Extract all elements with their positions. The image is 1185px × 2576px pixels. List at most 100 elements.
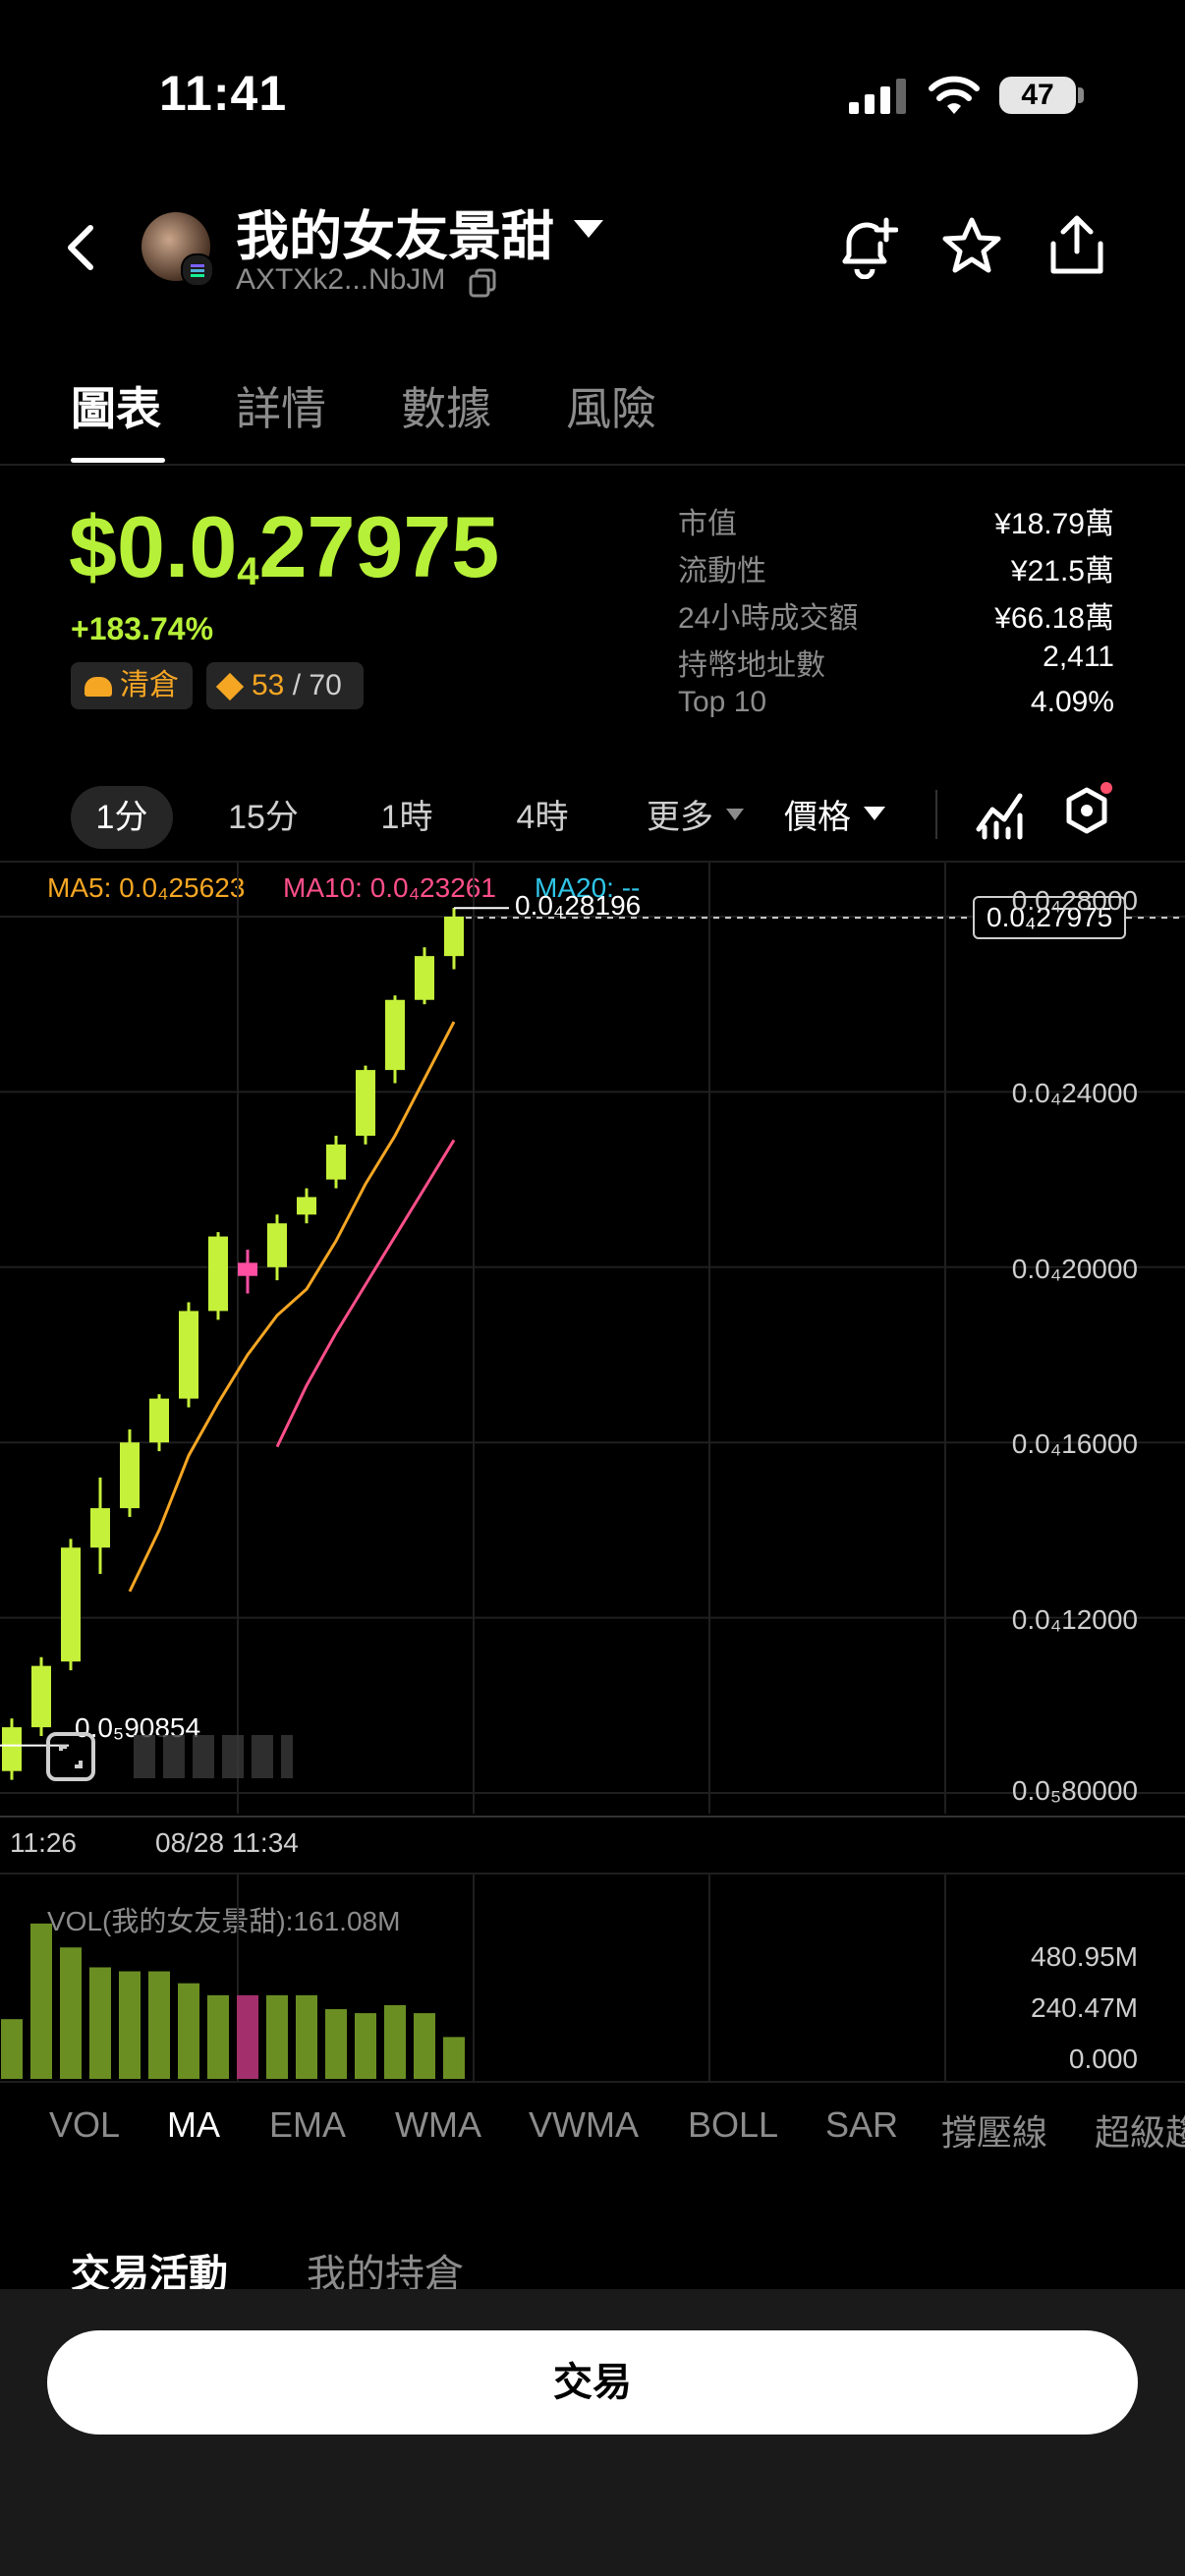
stat-value-liquidity: ¥21.5萬 — [1010, 555, 1114, 588]
token-address: AXTXk2...NbJM — [236, 263, 446, 296]
candle-body — [149, 1398, 169, 1443]
candle-body — [326, 1144, 346, 1180]
ma5-line — [128, 1021, 456, 1593]
volume-bar — [1, 2019, 23, 2079]
score-gear-icon — [215, 672, 245, 701]
wifi-icon — [928, 75, 981, 116]
y-axis-tick-label: 0.0₄16000 — [1011, 1428, 1138, 1460]
candle-body — [208, 1236, 228, 1312]
price-toggle-dropdown-icon[interactable] — [863, 806, 886, 821]
volume-bottom-divider — [0, 2081, 1185, 2083]
title-dropdown-icon[interactable] — [572, 218, 605, 240]
y-axis-tick-label: 0.0₄20000 — [1011, 1253, 1138, 1284]
indicator-ma[interactable]: MA — [167, 2104, 220, 2146]
candle-body — [179, 1311, 198, 1399]
copy-icon[interactable] — [468, 267, 497, 299]
high-price-label: 0.0₄28196 — [515, 890, 642, 922]
volume-tick-max: 480.95M — [1031, 1941, 1138, 1972]
indicator-supertrend[interactable]: 超級趨 — [1095, 2104, 1185, 2156]
tab-chart[interactable]: 圖表 — [71, 373, 161, 438]
y-axis-tick-label: 0.0₅80000 — [1011, 1775, 1138, 1806]
candle-body — [61, 1547, 81, 1662]
y-axis-tick-label: 0.0₄12000 — [1011, 1603, 1138, 1635]
indicator-vwma[interactable]: VWMA — [529, 2104, 639, 2146]
volume-bar — [178, 1983, 199, 2079]
candle-body — [120, 1442, 140, 1509]
volume-bar — [384, 2004, 406, 2079]
volume-bar — [30, 1923, 52, 2079]
timeframe-15m[interactable]: 15分 — [212, 786, 314, 849]
more-dropdown-icon[interactable] — [725, 808, 745, 821]
stat-value-24h-volume: ¥66.18萬 — [994, 602, 1114, 635]
token-title[interactable]: 我的女友景甜 — [236, 193, 554, 270]
candlestick-chart[interactable] — [0, 863, 1185, 1814]
stat-value-top10: 4.09% — [1030, 686, 1114, 718]
volume-bar — [119, 1971, 141, 2079]
candle-body — [238, 1262, 257, 1276]
timeframe-1h[interactable]: 1時 — [360, 786, 454, 849]
timeframe-more[interactable]: 更多 — [639, 786, 721, 849]
stat-label-liquidity: 流動性 — [678, 555, 766, 588]
tab-details[interactable]: 詳情 — [236, 373, 326, 438]
candle-body — [90, 1508, 110, 1548]
volume-bar — [355, 2013, 376, 2079]
volume-bar — [296, 1994, 317, 2079]
volume-bar — [414, 2013, 435, 2079]
candle-body — [2, 1727, 22, 1771]
volume-bar — [325, 2009, 347, 2079]
stat-label-holders: 持幣地址數 — [678, 649, 825, 682]
tab-data[interactable]: 數據 — [401, 373, 491, 438]
back-icon[interactable] — [63, 222, 98, 273]
volume-bar — [266, 1994, 288, 2079]
favorite-star-icon[interactable] — [941, 216, 1002, 275]
toolbar-divider — [935, 790, 937, 839]
stat-value-holders: 2,411 — [1043, 641, 1114, 673]
timeframe-4h[interactable]: 4時 — [495, 786, 590, 849]
status-time: 11:41 — [159, 66, 288, 121]
battery-indicator: 47 — [999, 77, 1076, 114]
indicator-sar[interactable]: SAR — [825, 2104, 898, 2146]
tab-risk[interactable]: 風險 — [566, 373, 656, 438]
volume-bar — [207, 1994, 229, 2079]
score-badge[interactable]: 53 / 70 — [206, 662, 364, 709]
volume-bar — [148, 1971, 170, 2079]
share-icon[interactable] — [1047, 214, 1106, 277]
indicator-wma[interactable]: WMA — [395, 2104, 481, 2146]
candle-body — [444, 917, 464, 957]
volume-tick-mid: 240.47M — [1031, 1992, 1138, 2023]
volume-tick-zero: 0.000 — [1068, 2044, 1138, 2074]
trade-button[interactable]: 交易 — [47, 2330, 1138, 2435]
indicator-ema[interactable]: EMA — [269, 2104, 346, 2146]
indicator-boll[interactable]: BOLL — [688, 2104, 778, 2146]
indicator-support-resistance[interactable]: 撐壓線 — [941, 2104, 1047, 2156]
y-axis-tick-label: 0.0₄24000 — [1011, 1078, 1138, 1109]
stat-label-market-cap: 市值 — [678, 508, 737, 540]
tabs-divider — [0, 464, 1185, 466]
volume-bar — [237, 1994, 258, 2079]
indicator-chart-icon[interactable] — [975, 786, 1024, 841]
timeframe-1m[interactable]: 1分 — [71, 786, 173, 849]
active-tab-underline — [71, 458, 165, 463]
stat-value-market-cap: ¥18.79萬 — [994, 508, 1114, 540]
current-price: $0.0427975 — [69, 498, 500, 595]
candle-body — [415, 956, 434, 1000]
watermark-pattern — [134, 1735, 293, 1778]
chart-settings-icon[interactable] — [1063, 782, 1114, 841]
candle-body — [297, 1197, 316, 1215]
fit-chart-icon[interactable] — [45, 1731, 96, 1782]
y-axis-tick-label: 0.0₄28000 — [1011, 885, 1138, 916]
price-toggle[interactable]: 價格 — [776, 786, 859, 849]
candle-body — [356, 1070, 375, 1136]
volume-bar — [60, 1947, 82, 2079]
x-axis-divider — [0, 1816, 1185, 1818]
x-label-date: 08/28 11:34 — [155, 1827, 299, 1858]
signal-icon — [849, 79, 908, 114]
add-alert-bell-icon[interactable] — [837, 214, 898, 279]
indicator-vol[interactable]: VOL — [49, 2104, 120, 2146]
holder-status-badge[interactable]: 清倉 — [71, 662, 193, 709]
candle-body — [385, 999, 405, 1071]
x-label-start: 11:26 — [10, 1827, 77, 1858]
chef-hat-icon — [85, 677, 112, 697]
candle-body — [267, 1223, 287, 1267]
candle-body — [31, 1665, 51, 1728]
